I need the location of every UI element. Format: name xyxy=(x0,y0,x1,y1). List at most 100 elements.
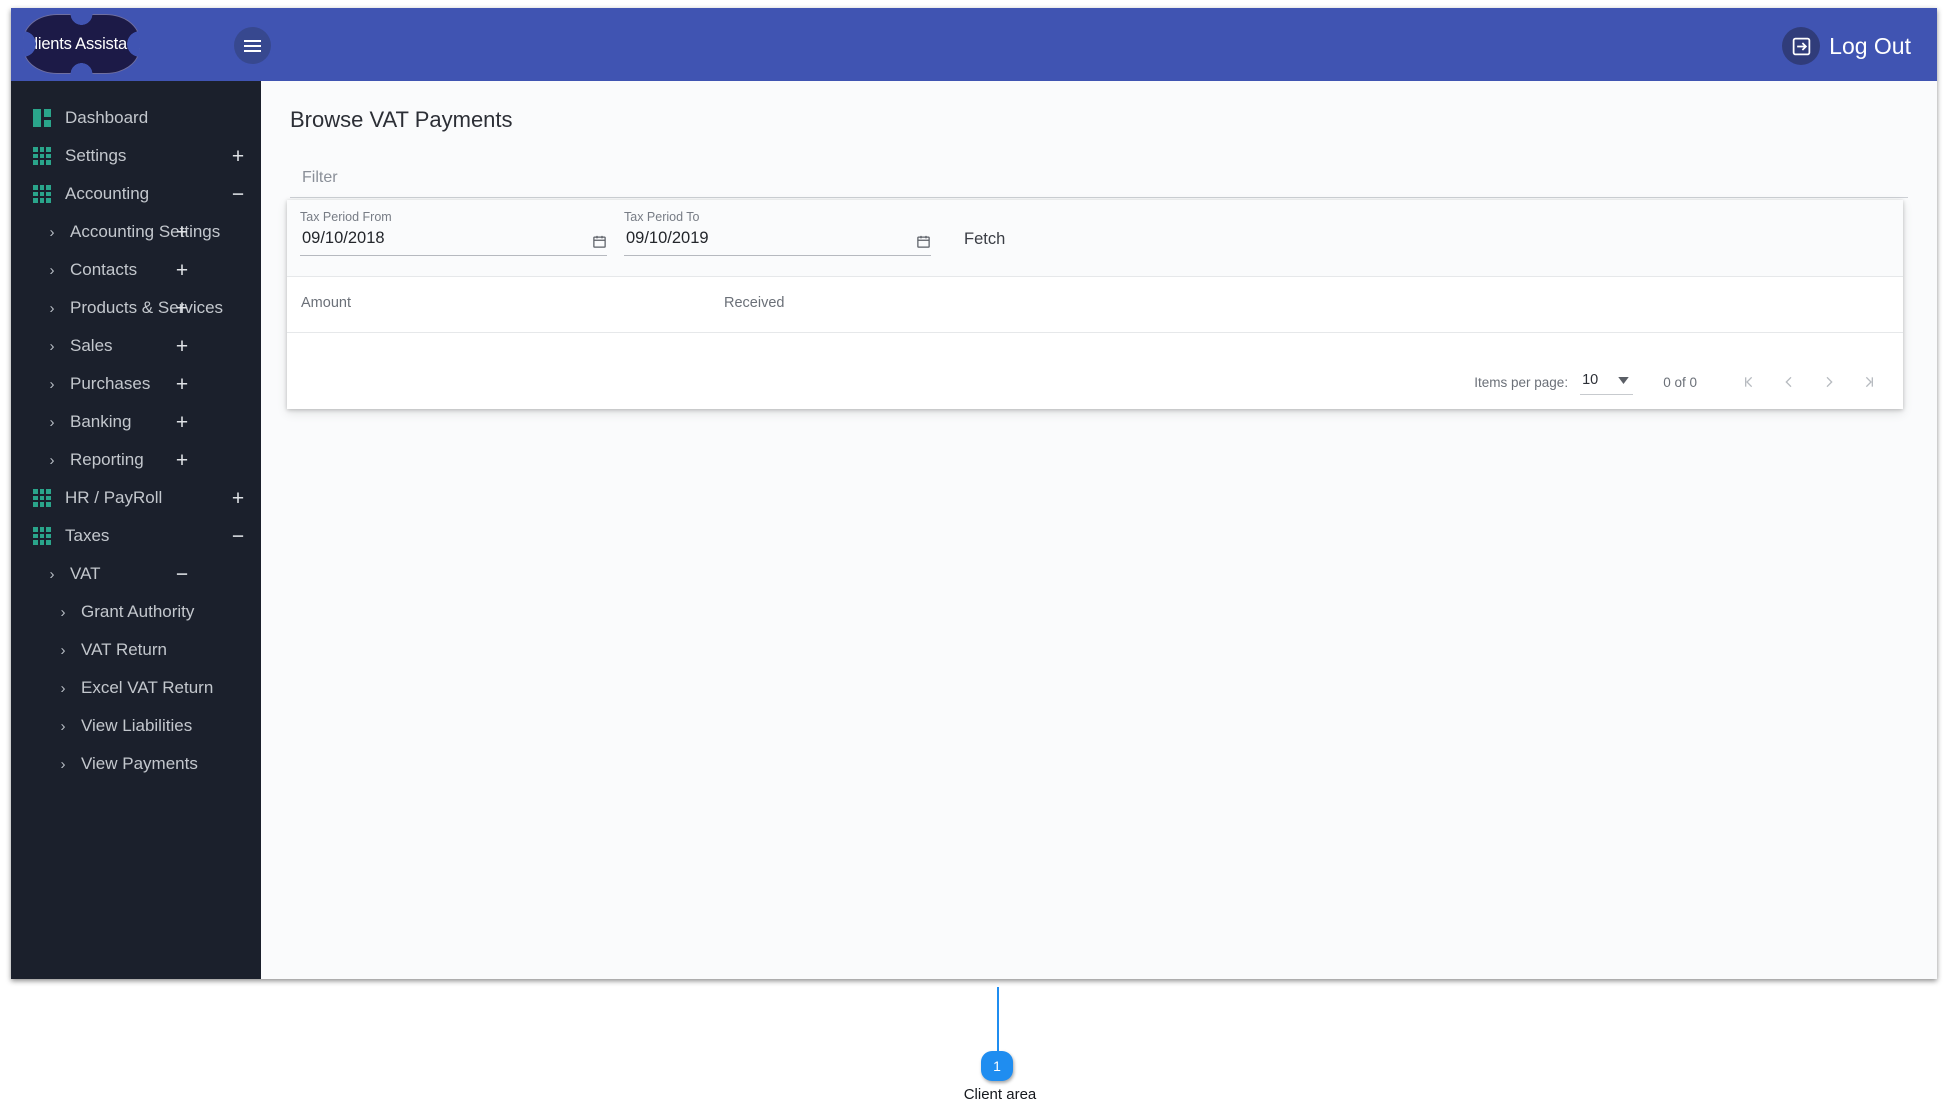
grid-3x3-icon xyxy=(33,185,51,203)
sidebar-item-label: Dashboard xyxy=(65,108,149,127)
chevron-right-icon: › xyxy=(49,337,55,355)
chevron-right-icon: › xyxy=(49,375,55,393)
chevron-right-icon: › xyxy=(49,299,55,317)
calendar-icon[interactable] xyxy=(592,234,607,249)
sidebar-item-sales[interactable]: › Sales + xyxy=(11,327,261,365)
sidebar-item-vat[interactable]: › VAT − xyxy=(11,555,261,593)
page-title: Browse VAT Payments xyxy=(290,107,513,132)
app-logo[interactable]: Clients Assistant xyxy=(22,14,141,74)
chevron-right-icon: › xyxy=(49,413,55,431)
sidebar-item-label: Excel VAT Return xyxy=(81,678,214,697)
sidebar-item-vat-return[interactable]: › VAT Return xyxy=(11,631,261,669)
sidebar-navigation[interactable]: Dashboard Settings + Accounting − › Accounting… xyxy=(11,81,261,979)
fetch-button[interactable]: Fetch xyxy=(952,224,1017,255)
tax-period-from-label: Tax Period From xyxy=(300,210,392,224)
tax-period-from-field: Tax Period From xyxy=(300,210,607,256)
logout-arrow-icon xyxy=(1782,27,1821,65)
collapse-icon[interactable]: − xyxy=(159,564,205,585)
expand-icon[interactable]: + xyxy=(159,374,205,395)
tax-period-from-input-row xyxy=(300,228,607,256)
hamburger-line xyxy=(244,49,261,52)
collapse-icon[interactable]: − xyxy=(215,184,261,205)
payments-table-header: Amount Received xyxy=(287,276,1903,333)
chevron-right-icon: › xyxy=(60,641,66,659)
table-paginator: Items per page: 10 0 of 0 xyxy=(287,355,1903,409)
sidebar-item-products-services[interactable]: › Products & Services + xyxy=(11,289,261,327)
expand-icon[interactable]: + xyxy=(159,222,205,243)
chevron-right-icon: › xyxy=(60,755,66,773)
sidebar-item-contacts[interactable]: › Contacts + xyxy=(11,251,261,289)
expand-icon[interactable]: + xyxy=(215,488,261,509)
last-page-icon[interactable] xyxy=(1849,362,1889,402)
expand-icon[interactable]: + xyxy=(159,450,205,471)
chevron-down-icon xyxy=(1618,371,1629,389)
sidebar-item-view-payments[interactable]: › View Payments xyxy=(11,745,261,783)
calendar-icon[interactable] xyxy=(916,234,931,249)
column-header-received: Received xyxy=(724,295,785,311)
chevron-right-icon: › xyxy=(49,223,55,241)
grid-3x3-icon xyxy=(33,527,51,545)
fetch-controls-bar: Tax Period From 09/10/2018 Tax Period To… xyxy=(287,200,1903,276)
sidebar-item-label: View Liabilities xyxy=(81,716,193,735)
top-header-bar: Clients Assistant Log Out xyxy=(11,8,1937,81)
sidebar-item-hr-payroll[interactable]: HR / PayRoll + xyxy=(11,479,261,517)
sidebar-item-grant-authority[interactable]: › Grant Authority xyxy=(11,593,261,631)
app-logo-text: Clients Assistant xyxy=(22,34,141,53)
payments-table-body xyxy=(287,333,1903,355)
chevron-right-icon: › xyxy=(60,717,66,735)
expand-icon[interactable]: + xyxy=(159,336,205,357)
chevron-right-icon: › xyxy=(60,679,66,697)
main-content-area: Browse VAT Payments Tax Period From xyxy=(261,81,1937,979)
items-per-page-select[interactable]: 10 xyxy=(1580,369,1634,395)
sidebar-item-reporting[interactable]: › Reporting + xyxy=(11,441,261,479)
sidebar-item-accounting-settings[interactable]: › Accounting Settings + xyxy=(11,213,261,251)
expand-icon[interactable]: + xyxy=(159,298,205,319)
tax-period-to-label: Tax Period To xyxy=(624,210,700,224)
chevron-right-icon: › xyxy=(60,603,66,621)
sidebar-item-dashboard[interactable]: Dashboard xyxy=(11,99,261,137)
annotation-leader-line xyxy=(997,987,999,1054)
expand-icon[interactable]: + xyxy=(159,412,205,433)
sidebar-item-view-liabilities[interactable]: › View Liabilities xyxy=(11,707,261,745)
application-window: Clients Assistant Log Out Dashboard Sett… xyxy=(11,8,1937,979)
sidebar-item-banking[interactable]: › Banking + xyxy=(11,403,261,441)
filter-input[interactable] xyxy=(290,169,1908,198)
grid-3x3-icon xyxy=(33,147,51,165)
annotation-number-badge: 1 xyxy=(981,1051,1013,1081)
screenshot-root: Clients Assistant Log Out Dashboard Sett… xyxy=(0,0,1948,1114)
collapse-icon[interactable]: − xyxy=(215,526,261,547)
column-header-amount: Amount xyxy=(301,295,351,311)
vat-payments-card: Tax Period From 09/10/2018 Tax Period To… xyxy=(287,200,1903,409)
sidebar-item-label: VAT Return xyxy=(81,640,167,659)
previous-page-icon[interactable] xyxy=(1769,362,1809,402)
first-page-icon[interactable] xyxy=(1729,362,1769,402)
sidebar-item-purchases[interactable]: › Purchases + xyxy=(11,365,261,403)
logout-button[interactable]: Log Out xyxy=(1782,26,1911,66)
tax-period-to-field: Tax Period To xyxy=(624,210,931,256)
next-page-icon[interactable] xyxy=(1809,362,1849,402)
filter-field-wrapper xyxy=(290,169,1908,198)
hamburger-menu-icon[interactable] xyxy=(234,27,271,64)
sidebar-item-label: Grant Authority xyxy=(81,602,195,621)
sidebar-item-accounting[interactable]: Accounting − xyxy=(11,175,261,213)
logout-label: Log Out xyxy=(1829,32,1911,59)
chevron-right-icon: › xyxy=(49,261,55,279)
hamburger-line xyxy=(244,44,261,47)
tax-period-to-input[interactable] xyxy=(624,228,916,249)
hamburger-line xyxy=(244,39,261,42)
page-range-label: 0 of 0 xyxy=(1663,374,1697,390)
expand-icon[interactable]: + xyxy=(215,146,261,167)
items-per-page-value: 10 xyxy=(1582,372,1599,388)
tax-period-from-input[interactable] xyxy=(300,228,592,249)
expand-icon[interactable]: + xyxy=(159,260,205,281)
sidebar-item-taxes[interactable]: Taxes − xyxy=(11,517,261,555)
tax-period-to-input-row xyxy=(624,228,931,256)
chevron-right-icon: › xyxy=(49,451,55,469)
grid-3x3-icon xyxy=(33,489,51,507)
sidebar-item-excel-vat-return[interactable]: › Excel VAT Return xyxy=(11,669,261,707)
sidebar-item-settings[interactable]: Settings + xyxy=(11,137,261,175)
annotation-label: Client area xyxy=(963,1086,1037,1103)
items-per-page-label: Items per page: xyxy=(1474,374,1569,390)
grid-2x2-icon xyxy=(33,109,51,127)
sidebar-item-label: View Payments xyxy=(81,754,198,773)
